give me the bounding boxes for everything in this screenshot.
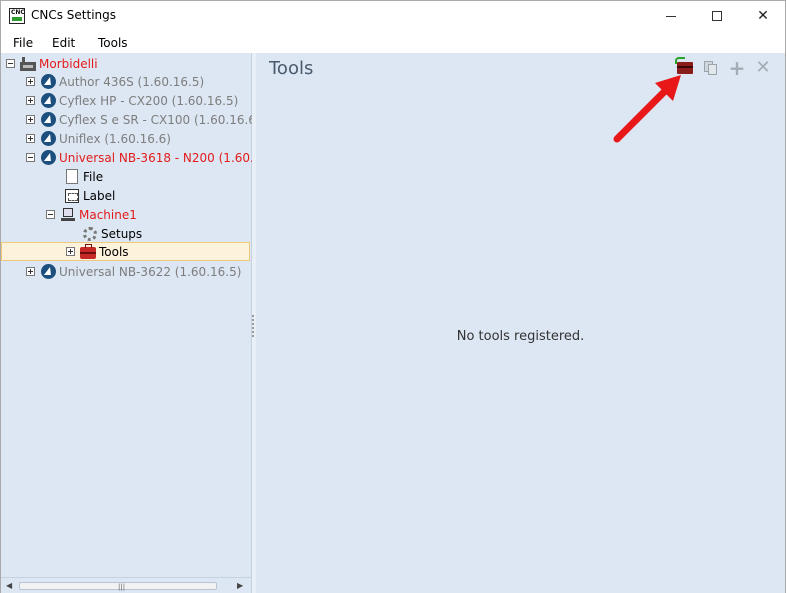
close-window-button[interactable]: ✕ bbox=[740, 1, 786, 31]
tree-node-label: Cyflex HP - CX200 (1.60.16.5) bbox=[59, 93, 239, 108]
tree-node-file[interactable]: File bbox=[64, 167, 103, 186]
tree-node-label: Tools bbox=[99, 244, 129, 259]
remove-tool-button[interactable]: ✕ bbox=[754, 57, 772, 78]
toolbox-icon bbox=[80, 243, 96, 260]
tree-node-label: Label bbox=[83, 188, 116, 203]
gear-icon bbox=[82, 226, 98, 242]
tree-node-label: Setups bbox=[101, 226, 143, 241]
expand-icon[interactable] bbox=[26, 134, 35, 143]
scroll-left-icon[interactable]: ◀ bbox=[6, 581, 12, 590]
tree-node-root[interactable]: Morbidelli bbox=[6, 54, 98, 73]
tree-node-machine[interactable]: Machine1 bbox=[46, 205, 137, 224]
expand-icon[interactable] bbox=[26, 115, 35, 124]
maximize-button[interactable] bbox=[694, 1, 740, 31]
cnc-logo-icon bbox=[40, 74, 56, 90]
collapse-icon[interactable] bbox=[26, 153, 35, 162]
window-title: CNCs Settings bbox=[31, 8, 117, 22]
file-icon bbox=[64, 169, 80, 185]
tree-node-label: Uniflex (1.60.16.6) bbox=[59, 131, 171, 146]
tree-node-label: Machine1 bbox=[79, 207, 137, 222]
scrollbar-thumb[interactable]: ||| bbox=[19, 582, 217, 591]
tree-node-label: Universal NB-3622 (1.60.16.5) bbox=[59, 264, 242, 279]
expand-icon[interactable] bbox=[26, 267, 35, 276]
expand-icon[interactable] bbox=[26, 96, 35, 105]
tree-node-label: Universal NB-3618 - N200 (1.60.... bbox=[59, 150, 266, 165]
collapse-icon[interactable] bbox=[6, 59, 15, 68]
plus-icon: + bbox=[728, 56, 746, 80]
menu-bar: File Edit Tools bbox=[1, 33, 785, 53]
copy-icon bbox=[704, 61, 718, 75]
maximize-icon bbox=[712, 11, 722, 21]
menu-file[interactable]: File bbox=[13, 36, 33, 50]
tree-node-label: Author 436S (1.60.16.5) bbox=[59, 74, 205, 89]
cnc-app-icon: CNC bbox=[9, 8, 25, 24]
close-icon: ✕ bbox=[755, 57, 771, 78]
tree-node-cnc[interactable]: Cyflex S e SR - CX100 (1.60.16.6) bbox=[26, 110, 261, 129]
menu-edit[interactable]: Edit bbox=[52, 36, 75, 50]
label-icon bbox=[64, 188, 80, 204]
copy-tool-button[interactable] bbox=[702, 60, 720, 76]
menu-tools[interactable]: Tools bbox=[98, 36, 128, 50]
cnc-logo-icon bbox=[40, 150, 56, 166]
app-icon-text: CNC bbox=[11, 9, 25, 16]
minimize-icon bbox=[666, 15, 676, 17]
cnc-tree: Morbidelli Author 436S (1.60.16.5) Cyfle… bbox=[1, 53, 265, 593]
tree-node-label-item[interactable]: Label bbox=[64, 186, 115, 205]
factory-icon bbox=[20, 56, 36, 72]
collapse-icon[interactable] bbox=[46, 210, 55, 219]
expand-icon[interactable] bbox=[66, 247, 75, 256]
tree-node-tools[interactable]: Tools bbox=[1, 242, 250, 261]
tools-panel: Tools + ✕ No tools registered. bbox=[256, 53, 785, 593]
tree-node-cnc[interactable]: Universal NB-3622 (1.60.16.5) bbox=[26, 262, 241, 281]
annotation-arrow-icon bbox=[613, 75, 681, 143]
tree-node-label: File bbox=[83, 169, 104, 184]
expand-icon[interactable] bbox=[26, 77, 35, 86]
tree-node-cnc[interactable]: Cyflex HP - CX200 (1.60.16.5) bbox=[26, 91, 238, 110]
tree-node-cnc[interactable]: Universal NB-3618 - N200 (1.60.... bbox=[26, 148, 265, 167]
cnc-logo-icon bbox=[40, 264, 56, 280]
tree-node-setups[interactable]: Setups bbox=[82, 224, 142, 243]
machine-icon bbox=[60, 207, 76, 223]
minimize-button[interactable] bbox=[648, 1, 694, 31]
tree-horizontal-scrollbar[interactable]: ◀ ||| ▶ bbox=[1, 577, 251, 593]
close-icon: ✕ bbox=[757, 8, 769, 24]
empty-state-message: No tools registered. bbox=[456, 329, 585, 344]
cnc-logo-icon bbox=[40, 112, 56, 128]
tree-node-cnc[interactable]: Uniflex (1.60.16.6) bbox=[26, 129, 171, 148]
tree-node-label: Cyflex S e SR - CX100 (1.60.16.6) bbox=[59, 112, 261, 127]
app-window: CNC CNCs Settings ✕ File Edit Tools Morb… bbox=[0, 0, 786, 593]
tree-node-label: Morbidelli bbox=[39, 56, 98, 71]
title-bar: CNC CNCs Settings ✕ bbox=[1, 1, 785, 31]
cnc-logo-icon bbox=[40, 93, 56, 109]
page-title: Tools bbox=[269, 58, 314, 79]
add-tool-button[interactable]: + bbox=[728, 56, 746, 80]
scroll-right-icon[interactable]: ▶ bbox=[237, 581, 243, 590]
cnc-logo-icon bbox=[40, 131, 56, 147]
tree-node-cnc[interactable]: Author 436S (1.60.16.5) bbox=[26, 72, 204, 91]
